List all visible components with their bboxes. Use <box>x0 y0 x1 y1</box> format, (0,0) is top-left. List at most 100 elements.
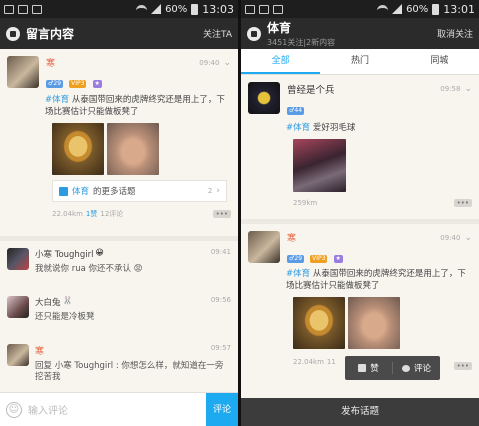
signal-icon <box>392 4 403 14</box>
tab-nearby[interactable]: 同城 <box>400 49 479 74</box>
notification-icon <box>245 4 255 14</box>
thumbs-up-icon <box>358 364 367 372</box>
wifi-icon <box>377 4 389 14</box>
tab-all[interactable]: 全部 <box>241 49 321 74</box>
vip-badge: VIP3 <box>69 80 87 88</box>
comment-time: 09:57 <box>210 344 231 352</box>
status-bar: 60% 13:03 <box>0 0 238 18</box>
comment-text: 回复 小寒 Toughgirl : 你想怎么样，就知道在一旁挖苦我 <box>35 361 224 382</box>
comment-item: 小寒 Toughgirl 😀 09:41 我就说你 rua 你还不承认 😡 <box>0 241 238 289</box>
avatar[interactable] <box>248 82 280 114</box>
comment-time: 09:56 <box>210 296 231 304</box>
avatar[interactable] <box>7 344 29 366</box>
post-text: #体育 从泰国带回来的虎牌终究还是用上了，下场比赛估计只能做板凳了 <box>286 269 466 291</box>
emoji-icon: 😀 <box>95 248 104 257</box>
avatar[interactable] <box>248 231 280 263</box>
app-icon <box>32 4 42 14</box>
comment-item: 大白兔 🐰 09:56 还只能是冷板凳 <box>0 289 238 337</box>
page-subtitle: 3451关注|2新内容 <box>267 38 336 47</box>
author-name[interactable]: 寒 <box>287 231 296 244</box>
comment-input[interactable]: 输入评论 <box>28 402 206 417</box>
post-time: 09:40 <box>440 233 461 242</box>
follow-button[interactable]: 关注TA <box>203 27 232 40</box>
publish-topic-button[interactable]: 发布话题 <box>241 398 479 426</box>
post-time: 09:58 <box>440 85 461 93</box>
image-icon <box>18 4 28 14</box>
gender-age-badge: ♂29 <box>46 80 64 88</box>
topic-tag[interactable]: #体育 <box>286 123 310 133</box>
commenter-name[interactable]: 小寒 Toughgirl <box>35 248 93 260</box>
post-time: 09:40 <box>199 58 220 67</box>
author-name[interactable]: 寒 <box>46 56 55 69</box>
more-icon[interactable]: ••• <box>453 362 472 370</box>
feed-tabs: 全部 热门 同城 <box>241 49 479 75</box>
star-badge: ★ <box>92 80 102 88</box>
avatar[interactable] <box>7 296 29 318</box>
back-logo-icon[interactable] <box>247 26 261 41</box>
more-icon[interactable]: ••• <box>453 199 472 207</box>
battery-icon <box>432 3 440 15</box>
like-button[interactable]: 赞 <box>345 362 393 374</box>
comment-count[interactable]: 12评论 <box>100 209 123 219</box>
post-photo-jar[interactable] <box>293 297 345 349</box>
emoji-icon: 🐰 <box>62 296 73 305</box>
more-icon[interactable]: ••• <box>212 210 231 218</box>
notification-icon <box>4 4 14 14</box>
action-popup: 赞 评论 <box>345 356 440 380</box>
chevron-down-icon[interactable]: ⌄ <box>464 233 472 243</box>
speech-bubble-icon <box>401 364 410 372</box>
commenter-name[interactable]: 大白兔 <box>35 296 61 308</box>
battery-percent: 60% <box>406 3 429 15</box>
post-text: #体育 爱好羽毛球 <box>286 123 356 133</box>
clock: 13:03 <box>202 2 234 16</box>
nav-bar: 留言内容 关注TA <box>0 18 238 49</box>
post-card: 寒 09:40 ⌄ ♂29 VIP3 ★ #体育 从泰国带回来的虎牌终究还是用上… <box>0 49 238 236</box>
nav-bar: 体育 3451关注|2新内容 取消关注 <box>241 18 479 49</box>
chevron-right-icon: › <box>216 186 220 196</box>
like-count[interactable]: 1赞 <box>86 209 97 219</box>
distance: 259km <box>293 199 318 207</box>
comment-text: 还只能是冷板凳 <box>35 312 95 322</box>
send-comment-button[interactable]: 评论 <box>206 392 238 426</box>
star-badge: ★ <box>333 255 343 263</box>
topic-more-link[interactable]: 体育 的更多话题 2 › <box>52 180 227 202</box>
tab-hot[interactable]: 热门 <box>320 49 399 74</box>
commenter-name[interactable]: 寒 <box>35 344 44 357</box>
chevron-down-icon[interactable]: ⌄ <box>464 84 472 94</box>
avatar[interactable] <box>7 56 39 88</box>
status-bar: 60% 13:01 <box>241 0 479 18</box>
topic-count: 2 <box>207 187 213 195</box>
distance: 22.04km <box>52 210 83 218</box>
page-title: 体育 <box>267 21 292 35</box>
topic-tag[interactable]: #体育 <box>286 269 310 279</box>
comment-item: 寒 09:57 回复 小寒 Toughgirl : 你想怎么样，就知道在一旁挖苦我 <box>0 337 238 389</box>
emoji-icon: 😡 <box>133 264 143 274</box>
post-photo-hand[interactable] <box>348 297 400 349</box>
page-title: 留言内容 <box>26 27 75 41</box>
comment-button[interactable]: 评论 <box>393 362 440 374</box>
chevron-down-icon[interactable]: ⌄ <box>223 58 231 68</box>
post-card: 寒 09:40 ⌄ ♂29 VIP3 ★ #体育 从泰国带回来的虎牌终究还是用上… <box>241 224 479 384</box>
comment-text: 我就说你 rua 你还不承认 <box>35 264 131 274</box>
emoji-picker-icon[interactable]: ☺ <box>6 401 22 418</box>
post-photo-hand[interactable] <box>107 123 159 175</box>
gender-age-badge: ♂29 <box>287 255 305 263</box>
topic-icon <box>59 186 68 196</box>
distance: 22.04km <box>293 358 324 366</box>
like-count[interactable]: 11 <box>327 358 336 366</box>
author-name[interactable]: 曾经是个兵 <box>287 82 335 96</box>
battery-percent: 60% <box>165 3 188 15</box>
clock: 13:01 <box>443 2 475 16</box>
avatar[interactable] <box>7 248 29 270</box>
wifi-icon <box>136 4 148 14</box>
back-logo-icon[interactable] <box>6 26 20 41</box>
signal-icon <box>151 4 162 14</box>
battery-icon <box>191 3 199 15</box>
post-photo-jar[interactable] <box>52 123 104 175</box>
post-text: #体育 从泰国带回来的虎牌终究还是用上了，下场比赛估计只能做板凳了 <box>45 95 225 117</box>
comment-time: 09:41 <box>210 248 231 256</box>
unfollow-button[interactable]: 取消关注 <box>437 27 473 40</box>
topic-feed-screen: 60% 13:01 体育 3451关注|2新内容 取消关注 全部 热门 同城 曾… <box>241 0 479 426</box>
topic-tag[interactable]: #体育 <box>45 95 69 105</box>
post-photo[interactable] <box>293 139 346 192</box>
